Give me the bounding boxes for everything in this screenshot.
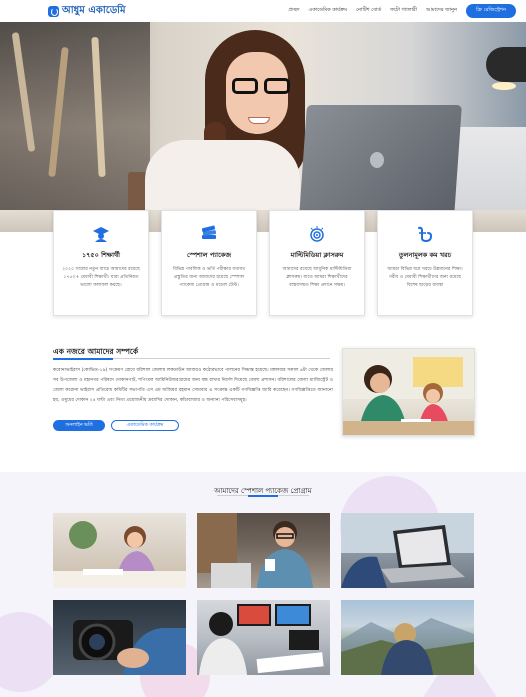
programs-divider (217, 494, 309, 497)
feature-cards: ১৭৫০ শিক্ষার্থী ২০২০ সালের নতুন ব্যাচে আ… (53, 210, 473, 316)
graduate-icon (60, 224, 142, 244)
lamp-light (492, 82, 516, 90)
menu-item-academic[interactable]: একাডেমিক কার্যক্রম (308, 7, 347, 15)
multimedia-icon (276, 224, 358, 244)
about-photo (342, 348, 475, 436)
logo-text: আধুম একাডেমি (62, 4, 126, 16)
decor-circle (0, 612, 60, 692)
academic-activities-button[interactable]: একাডেমিক কার্যক্রম (111, 420, 179, 431)
online-admission-button[interactable]: অনলাইন ভর্তি (53, 420, 105, 431)
feature-text: ২০২০ সালের নতুন ব্যাচে আমাদের রয়েছে ১৭৫… (62, 267, 140, 288)
feature-text: বিভিন্ন পাবলিক ও ভর্তি পরীক্ষার যথাযথ প্… (172, 267, 246, 288)
laptop-logo (370, 152, 384, 168)
feature-title: ১৭৫০ শিক্ষার্থী (81, 251, 121, 259)
free-registration-button[interactable]: ফ্রি রেজিস্ট্রেশন (466, 4, 516, 18)
programs-section: আমাদের স্পেশাল প্যাকেজ প্রোগ্রাম (0, 472, 526, 697)
feature-text: আমাদের রয়েছে আধুনিক মাল্টিমিডিয়া ক্লাস… (282, 267, 352, 288)
glasses (232, 78, 292, 94)
feature-text: আমরা বিভিন্ন অপ্ল খরচে উন্নমানের শিক্ষা।… (387, 267, 463, 288)
program-photo-landscape-child[interactable] (341, 600, 474, 675)
feature-title: তুলনামূলক কম খরচ (398, 251, 452, 259)
menu-item-about[interactable]: আমাদের জানুন (426, 7, 457, 15)
program-photo-camera[interactable] (53, 600, 186, 675)
logo-icon (48, 5, 59, 17)
feature-card-package[interactable]: স্পেশাল প্যাকেজ বিভিন্ন পাবলিক ও ভর্তি প… (161, 210, 257, 316)
program-photo-design-student[interactable] (197, 600, 330, 675)
feature-card-low-cost[interactable]: তুলনামূলক কম খরচ আমরা বিভিন্ন অপ্ল খরচে … (377, 210, 473, 316)
taka-icon (384, 224, 466, 244)
feature-card-multimedia[interactable]: মাল্টিমিডিয়া ক্লাসরুম আমাদের রয়েছে আধু… (269, 210, 365, 316)
student-smile (248, 117, 270, 124)
about-text: করোনাভাইরাস (কোভিড-১৯) সংক্রমণ রোধে বরিশ… (53, 368, 333, 403)
feature-title: মাল্টিমিডিয়া ক্লাসরুম (290, 251, 344, 259)
about-divider (53, 357, 330, 360)
hero-image (0, 22, 526, 232)
site-logo[interactable]: আধুম একাডেমি (48, 3, 126, 20)
menu-item-photo-gallery[interactable]: ফটো গ্যালারী (390, 7, 417, 15)
landing-page: আধুম একাডেমি প্রচ্ছদ একাডেমিক কার্যক্রম … (0, 0, 526, 697)
program-photo-drawing-girl[interactable] (53, 513, 186, 588)
lamp (486, 47, 526, 82)
program-photo-laptop[interactable] (341, 513, 474, 588)
top-navbar: আধুম একাডেমি প্রচ্ছদ একাডেমিক কার্যক্রম … (0, 0, 526, 22)
feature-title: স্পেশাল প্যাকেজ (186, 251, 232, 259)
menu-item-home[interactable]: প্রচ্ছদ (288, 7, 299, 15)
feature-card-students[interactable]: ১৭৫০ শিক্ষার্থী ২০২০ সালের নতুন ব্যাচে আ… (53, 210, 149, 316)
main-menu: প্রচ্ছদ একাডেমিক কার্যক্রম নোটিশ বোর্ড ফ… (288, 4, 516, 18)
program-photo-man-with-coffee[interactable] (197, 513, 330, 588)
books-icon (168, 224, 250, 244)
menu-item-notice-board[interactable]: নোটিশ বোর্ড (356, 7, 381, 15)
